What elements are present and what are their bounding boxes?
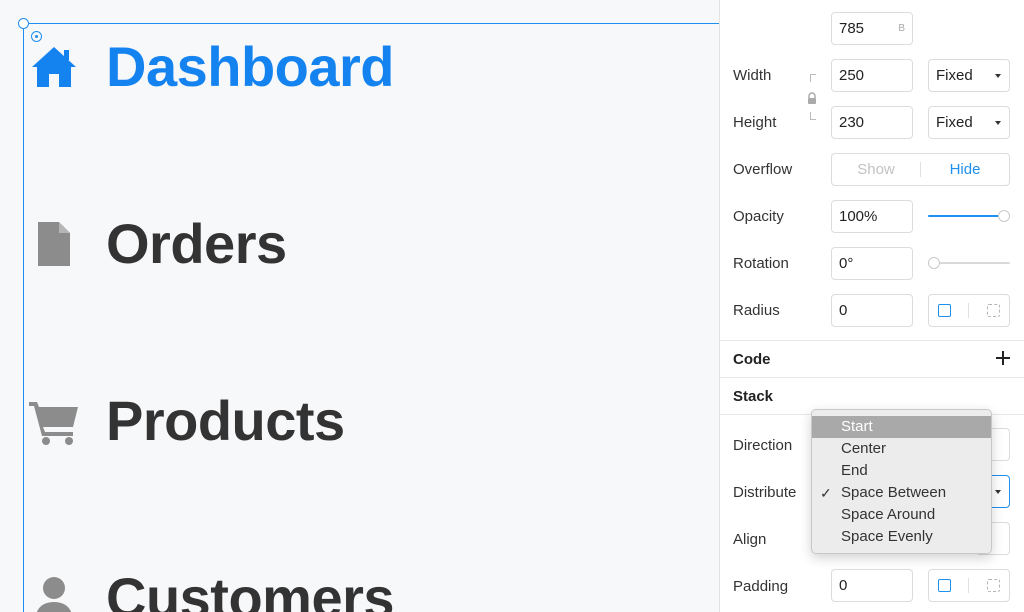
- rotation-value: 0°: [839, 255, 854, 272]
- width-value: 250: [839, 67, 865, 84]
- user-icon: [28, 572, 80, 612]
- rotation-input[interactable]: 0°: [831, 247, 913, 280]
- nav-item-dashboard[interactable]: Dashboard: [28, 34, 395, 99]
- menu-item-label: Space Around: [841, 506, 936, 523]
- checkmark-icon: ✓: [820, 485, 832, 501]
- uniform-padding-icon[interactable]: [937, 579, 951, 592]
- nav-label: Dashboard: [106, 35, 395, 98]
- caret-down-icon: [995, 121, 1001, 125]
- padding-label: Padding: [733, 578, 789, 595]
- segment-divider: [968, 578, 970, 593]
- top-value-input[interactable]: 785 B: [831, 12, 913, 45]
- width-mode-value: Fixed: [936, 67, 973, 84]
- plus-icon[interactable]: [996, 351, 1010, 365]
- width-input[interactable]: 250: [831, 59, 913, 92]
- code-section-header[interactable]: Code: [720, 340, 1024, 377]
- nav-label: Products: [106, 389, 345, 452]
- height-mode-select[interactable]: Fixed: [928, 106, 1010, 139]
- cart-icon: [28, 395, 80, 447]
- nav-label: Customers: [106, 566, 395, 612]
- radius-mode-toggle: [928, 294, 1010, 327]
- radius-label: Radius: [733, 302, 780, 319]
- menu-item-label: Start: [841, 418, 873, 435]
- menu-item-label: End: [841, 462, 868, 479]
- slider-knob[interactable]: [928, 257, 940, 269]
- nav-item-orders[interactable]: Orders: [28, 211, 287, 276]
- opacity-input[interactable]: 100%: [831, 200, 913, 233]
- distribute-dropdown-menu: Start Center End ✓ Space Between Space Ar…: [811, 409, 992, 554]
- padding-mode-toggle: [928, 569, 1010, 602]
- menu-item-label: Center: [841, 440, 887, 457]
- width-mode-select[interactable]: Fixed: [928, 59, 1010, 92]
- slider-track: [928, 262, 1010, 264]
- padding-input[interactable]: 0: [831, 569, 913, 602]
- distribute-label: Distribute: [733, 484, 797, 501]
- caret-down-icon: [995, 74, 1001, 78]
- nav-item-products[interactable]: Products: [28, 388, 345, 453]
- overflow-segmented-control: Show Hide: [831, 153, 1010, 186]
- height-input[interactable]: 230: [831, 106, 913, 139]
- top-value: 785: [839, 20, 865, 37]
- resize-handle[interactable]: [18, 18, 29, 29]
- direction-label: Direction: [733, 437, 793, 454]
- padding-value: 0: [839, 577, 848, 594]
- section-title: Code: [733, 350, 771, 368]
- menu-item-label: Space Evenly: [841, 528, 933, 545]
- document-icon: [28, 218, 80, 270]
- rotation-slider[interactable]: [928, 257, 1010, 269]
- design-canvas[interactable]: Dashboard Orders Products Customers: [0, 0, 719, 612]
- frame-border: [23, 23, 24, 612]
- opacity-value: 100%: [839, 208, 878, 225]
- unit-label: B: [898, 23, 905, 34]
- menu-item-label: Space Between: [841, 484, 947, 501]
- radius-input[interactable]: 0: [831, 294, 913, 327]
- section-title: Stack: [733, 387, 774, 405]
- opacity-label: Opacity: [733, 208, 784, 225]
- nav-item-customers[interactable]: Customers: [28, 565, 395, 612]
- align-label: Align: [733, 531, 767, 548]
- frame-border: [23, 23, 719, 24]
- uniform-radius-icon[interactable]: [937, 304, 951, 317]
- menu-item-center[interactable]: Center: [812, 438, 991, 460]
- individual-radius-icon[interactable]: [987, 304, 1001, 317]
- lock-bracket: [810, 112, 816, 120]
- menu-item-end[interactable]: End: [812, 460, 991, 482]
- width-label: Width: [733, 67, 772, 84]
- height-label: Height: [733, 114, 777, 131]
- slider-knob[interactable]: [998, 210, 1010, 222]
- home-icon: [28, 41, 80, 93]
- rotation-label: Rotation: [733, 255, 789, 272]
- height-value: 230: [839, 114, 865, 131]
- segment-divider: [968, 303, 970, 318]
- menu-item-space-evenly[interactable]: Space Evenly: [812, 526, 991, 548]
- lock-icon[interactable]: [806, 92, 818, 106]
- slider-fill: [928, 215, 1004, 217]
- individual-padding-icon[interactable]: [987, 579, 1001, 592]
- menu-item-start[interactable]: Start: [812, 416, 991, 438]
- menu-item-space-around[interactable]: Space Around: [812, 504, 991, 526]
- height-mode-value: Fixed: [936, 114, 973, 131]
- lock-bracket: [810, 74, 816, 82]
- menu-item-space-between[interactable]: ✓ Space Between: [812, 482, 991, 504]
- radius-value: 0: [839, 302, 848, 319]
- overflow-label: Overflow: [733, 161, 793, 178]
- opacity-slider[interactable]: [928, 210, 1010, 222]
- overflow-hide-option[interactable]: Hide: [921, 161, 1009, 178]
- caret-down-icon: [995, 490, 1001, 494]
- nav-label: Orders: [106, 212, 287, 275]
- overflow-show-option[interactable]: Show: [832, 161, 920, 178]
